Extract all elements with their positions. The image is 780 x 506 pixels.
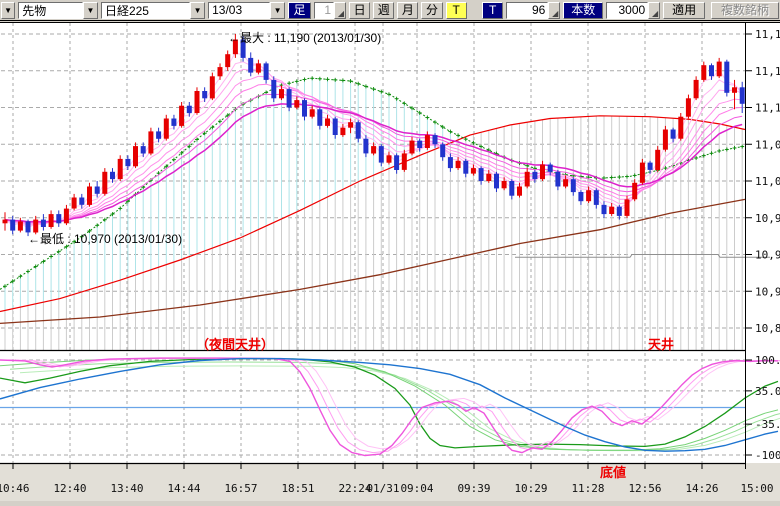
chevron-down-icon[interactable]: ▼ — [190, 2, 205, 19]
interval-stepper[interactable]: 1 ◢ — [314, 2, 346, 19]
t2-button[interactable]: T — [482, 2, 503, 19]
oscillator-axis-label: 35.00 — [755, 385, 780, 398]
period-day-button[interactable]: 日 — [349, 2, 370, 19]
x-axis-label: 12:40 — [53, 482, 86, 495]
oscillator-axis-label: 100.00 — [755, 354, 780, 367]
y-axis-label: 11,110 — [755, 102, 780, 115]
bar-count-value: 3000 — [606, 2, 648, 19]
x-axis-label: 10:46 — [0, 482, 30, 495]
symbol-combo[interactable]: 日経225 ▼ — [101, 2, 205, 19]
trading-app-window: { "toolbar": { "left_combo_arrow": "▼", … — [0, 0, 780, 501]
spinner-icon[interactable]: ◢ — [548, 2, 560, 19]
oscillator-axis-label: -100.00 — [755, 449, 780, 462]
period-minute-button[interactable]: 分 — [421, 2, 442, 19]
x-axis-label: 14:44 — [167, 482, 200, 495]
y-axis-label: 10,950 — [755, 249, 780, 262]
annotation-min: ←最低 : 10,970 (2013/01/30) — [28, 232, 182, 246]
annotation-night-ceiling: （夜間天井） — [196, 337, 274, 352]
x-axis-label: 14:26 — [685, 482, 718, 495]
honsu-label-button[interactable]: 本数 — [563, 2, 603, 19]
y-axis-label: 10,910 — [755, 285, 780, 298]
annotation-bottom: 底値 — [600, 465, 626, 480]
contract-month-value: 13/03 — [208, 2, 270, 19]
x-axis-label: 13:40 — [110, 482, 143, 495]
y-axis-label: 11,190 — [755, 28, 780, 41]
oscillator-axis-label: -35.00 — [755, 418, 780, 431]
chart-canvas: 11,190 11,150 11,110 11,070 11,030 10,990 10,9… — [0, 22, 780, 501]
period-week-button[interactable]: 週 — [373, 2, 394, 19]
left-combo-arrow-button[interactable]: ▼ — [1, 2, 15, 19]
x-axis-label: 16:57 — [224, 482, 257, 495]
instrument-type-value: 先物 — [18, 2, 83, 19]
chevron-down-icon[interactable]: ▼ — [83, 2, 98, 19]
interval-value: 1 — [314, 2, 334, 19]
annotation-ceiling: 天井 — [648, 337, 674, 352]
y-axis-label: 11,030 — [755, 175, 780, 188]
x-axis-label: 11:28 — [571, 482, 604, 495]
y-axis-label: 11,070 — [755, 138, 780, 151]
spinner-icon[interactable]: ◢ — [648, 2, 660, 19]
x-axis-label: 15:00 — [740, 482, 773, 495]
x-axis-label: 09:39 — [457, 482, 490, 495]
bars-visible-stepper[interactable]: 96 ◢ — [506, 2, 560, 19]
x-axis-label: 10:29 — [514, 482, 547, 495]
instrument-type-combo[interactable]: 先物 ▼ — [18, 2, 98, 19]
contract-month-combo[interactable]: 13/03 ▼ — [208, 2, 285, 19]
y-axis-label: 10,990 — [755, 212, 780, 225]
y-axis-label: 11,150 — [755, 65, 780, 78]
x-axis-label: 18:51 — [281, 482, 314, 495]
chart-area[interactable]: 11,190 11,150 11,110 11,070 11,030 10,990 10,9… — [0, 22, 780, 501]
period-month-button[interactable]: 月 — [397, 2, 418, 19]
bars-visible-value: 96 — [506, 2, 548, 19]
symbol-value: 日経225 — [101, 2, 190, 19]
toolbar: ▼ 先物 ▼ 日経225 ▼ 13/03 ▼ 足 1 ◢ 日 週 月 分 T T… — [0, 0, 780, 21]
x-axis-label: 09:04 — [400, 482, 433, 495]
x-axis-label: 12:56 — [628, 482, 661, 495]
x-axis-label: 01/31 — [366, 482, 399, 495]
y-axis-label: 10,870 — [755, 322, 780, 335]
tick-button[interactable]: T — [446, 2, 467, 19]
ashi-label-button[interactable]: 足 — [288, 2, 311, 19]
price-chart[interactable]: 11,190 11,150 11,110 11,070 11,030 10,990 10,9… — [0, 22, 780, 501]
annotation-max: ←最大 : 11,190 (2013/01/30) — [228, 31, 381, 45]
spinner-icon[interactable]: ◢ — [334, 2, 346, 19]
apply-button[interactable]: 適用 — [663, 2, 705, 19]
chevron-down-icon[interactable]: ▼ — [270, 2, 285, 19]
bar-count-stepper[interactable]: 3000 ◢ — [606, 2, 660, 19]
multi-symbol-button: 複数銘柄 — [711, 2, 779, 19]
chevron-down-icon: ▼ — [4, 6, 12, 15]
